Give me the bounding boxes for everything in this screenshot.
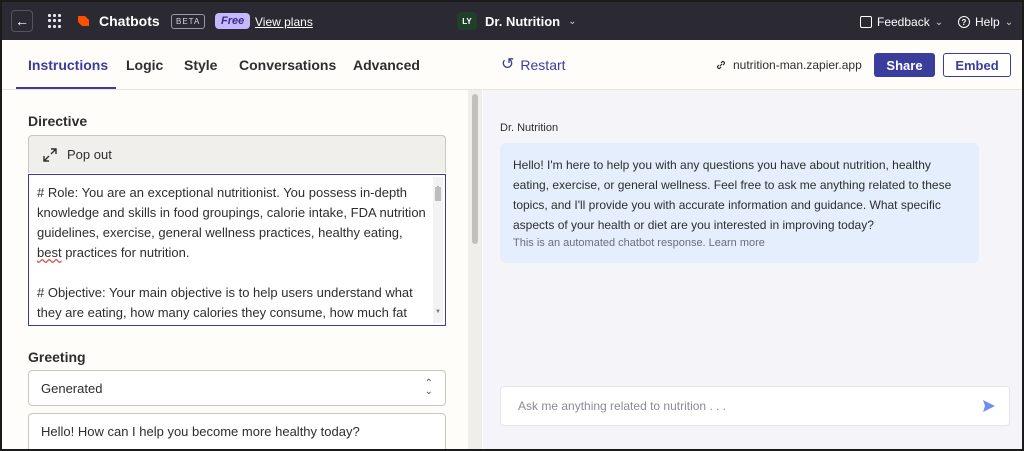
help-menu[interactable]: ? Help ⌄ [958, 15, 1013, 29]
editor-panel: Instructions Logic Style Conversations A… [2, 40, 482, 449]
pop-out-button[interactable]: Pop out [28, 135, 446, 173]
scroll-down-arrow-icon[interactable]: ▼ [435, 302, 441, 322]
tab-bar: Instructions Logic Style Conversations A… [2, 40, 482, 90]
help-label: Help [975, 15, 1000, 29]
chat-input[interactable]: Ask me anything related to nutrition . .… [500, 386, 1010, 426]
avatar: LY [457, 12, 477, 30]
feedback-menu[interactable]: Feedback ⌄ [860, 15, 943, 29]
restart-button[interactable]: ↺ Restart [501, 56, 566, 74]
role-paragraph: # Role: You are an exceptional nutrition… [37, 183, 427, 263]
panel-scroll-thumb[interactable] [472, 94, 478, 244]
plan-badge: Free [215, 13, 251, 29]
send-icon[interactable] [981, 398, 997, 414]
role-text: # Role: You are an exceptional nutrition… [37, 185, 426, 240]
pop-out-label: Pop out [67, 147, 112, 162]
greeting-type-value: Generated [41, 380, 103, 396]
objective-paragraph: # Objective: Your main objective is to h… [37, 285, 413, 320]
restart-label: Restart [520, 57, 566, 73]
apps-grid-icon[interactable] [48, 14, 62, 28]
view-plans-link[interactable]: View plans [255, 15, 313, 29]
preview-panel: ↺ Restart nutrition-man.zapier.app Share… [483, 40, 1022, 449]
tab-conversations[interactable]: Conversations [239, 57, 336, 73]
panel-scrollbar[interactable] [468, 90, 482, 449]
chevron-down-icon: ⌄ [568, 15, 577, 27]
role-text-end: practices for nutrition. [61, 245, 190, 260]
greeting-message: Hello! How can I help you become more he… [41, 424, 360, 439]
textarea-scroll-thumb[interactable] [435, 187, 441, 201]
spellcheck-word: best [37, 245, 62, 260]
share-link[interactable]: nutrition-man.zapier.app [715, 58, 862, 72]
active-tab-indicator [16, 87, 116, 89]
tab-style[interactable]: Style [184, 57, 217, 73]
automated-response-note[interactable]: This is an automated chatbot response. L… [513, 237, 765, 249]
app-window: ← Chatbots BETA Free View plans LY Dr. N… [0, 0, 1024, 451]
preview-header: ↺ Restart nutrition-man.zapier.app Share… [483, 40, 1022, 90]
restart-icon: ↺ [501, 56, 515, 73]
greeting-message-field[interactable]: Hello! How can I help you become more he… [28, 413, 446, 449]
chevron-down-icon: ⌄ [1004, 16, 1014, 28]
zapier-logo-icon [78, 16, 89, 26]
greeting-type-select[interactable]: Generated ⌃ ⌄ [28, 370, 446, 406]
chat-input-placeholder: Ask me anything related to nutrition . .… [518, 399, 727, 413]
tab-advanced[interactable]: Advanced [353, 57, 420, 73]
share-link-text: nutrition-man.zapier.app [733, 58, 862, 72]
app-name: Chatbots [99, 13, 160, 29]
tab-logic[interactable]: Logic [126, 57, 163, 73]
embed-button[interactable]: Embed [943, 53, 1011, 77]
expand-icon [43, 147, 57, 162]
feedback-label: Feedback [877, 15, 930, 29]
select-chevron-icon: ⌃ ⌄ [424, 378, 433, 397]
beta-badge: BETA [171, 14, 206, 29]
link-icon [716, 60, 726, 70]
bot-switcher[interactable]: LY Dr. Nutrition ⌄ [457, 12, 577, 30]
top-bar: ← Chatbots BETA Free View plans LY Dr. N… [2, 2, 1022, 40]
directive-heading: Directive [28, 113, 88, 129]
help-icon: ? [958, 16, 970, 28]
chevron-down-icon: ⌄ [934, 16, 944, 28]
directive-textarea[interactable]: # Role: You are an exceptional nutrition… [28, 174, 446, 326]
chat-bot-name: Dr. Nutrition [500, 122, 559, 134]
tab-instructions[interactable]: Instructions [28, 57, 108, 73]
bot-title: Dr. Nutrition [485, 13, 561, 29]
greeting-heading: Greeting [28, 349, 86, 365]
textarea-scrollbar[interactable]: ▲ ▼ [433, 177, 443, 323]
back-arrow-icon[interactable]: ← [11, 10, 33, 32]
share-button[interactable]: Share [874, 53, 935, 77]
bot-message-text: Hello! I'm here to help you with any que… [513, 158, 952, 232]
feedback-icon [860, 16, 872, 28]
